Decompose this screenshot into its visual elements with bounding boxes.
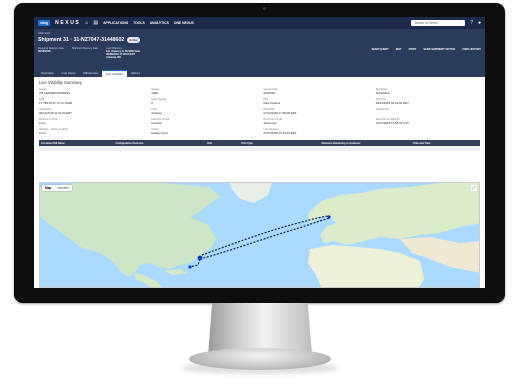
home-icon[interactable]: ⌂: [85, 20, 88, 26]
summary-field: POD Antwerp: [151, 108, 255, 115]
summary-field: ETD POL 06/21/2018 02:01:00 EDT: [376, 98, 480, 105]
meta-required-delivery: Required Delivery Date 08/10/2018: [38, 47, 64, 53]
col-container-bill[interactable]: Container Bill Name: [39, 142, 113, 145]
brand-name: NEXUS: [55, 20, 81, 26]
send-query-button[interactable]: SEND QUERY: [372, 48, 389, 51]
col-date-time[interactable]: Date and Time: [411, 142, 480, 145]
view-history-button[interactable]: VIEW HISTORY: [462, 48, 481, 51]
user-avatar-icon[interactable]: ●: [478, 20, 481, 26]
field-value: New Orleans: [263, 101, 281, 105]
map-tab-satellite[interactable]: Satellite: [54, 185, 71, 191]
summary-field: Last Updated 07/27/2018 07:10:22 EDT: [264, 128, 368, 135]
field-value: 17.76N 87.8 / 07-27-2018: [39, 101, 72, 105]
meta-shipment-delivery: Shipment Delivery Date: [71, 47, 99, 50]
field-value: Antwerp: [151, 111, 162, 115]
summary-field: Vessel YM LEADER EXPRESS: [39, 88, 143, 95]
field-value: Scheduled: [375, 91, 390, 95]
nav-analytics[interactable]: ANALYTICS: [150, 21, 169, 25]
nav-one-nexus[interactable]: ONE NEXUS: [174, 21, 194, 25]
monitor-scene: xdog NEXUS ⌂ ▤ APPLICATIONS TOOLS ANALYT…: [0, 0, 519, 392]
map-canvas[interactable]: [40, 183, 480, 288]
document-icon[interactable]: ▤: [93, 20, 98, 26]
field-value: Savannah: [263, 121, 277, 125]
summary-field: POL New Orleans: [264, 98, 368, 105]
tab-overview[interactable]: Overview: [37, 70, 58, 77]
status-badge: Active: [127, 37, 140, 43]
shipment-header: Shipments Shipment 31 · 31-NZ7047-314486…: [34, 29, 485, 77]
field-value: 0: [151, 101, 153, 105]
monitor-stand-base: [189, 348, 331, 370]
search-placeholder: Search in Nexus: [414, 21, 438, 25]
summary-field: Next Port of Call Savannah: [264, 118, 368, 125]
field-value: 07/07/2018 10:58:34 UTC: [375, 121, 410, 125]
breadcrumb[interactable]: Shipments: [38, 32, 481, 35]
summary-field: Actual POL 06/21/2018 11:32:00 EDT: [39, 108, 143, 115]
summary-field: Next Port of Call ETA 07/07/2018 10:58:34…: [376, 118, 480, 125]
top-navbar: xdog NEXUS ⌂ ▤ APPLICATIONS TOOLS ANALYT…: [34, 17, 485, 29]
field-label: Actual POD: [375, 108, 389, 111]
summary-field: ETD POD 07/10/2018 17:00:00 EDT: [264, 108, 368, 115]
field-value: 06/21/2018 11:32:00 EDT: [39, 111, 72, 115]
tab-live-visibility[interactable]: Live Visibility: [101, 70, 127, 77]
page-title: Shipment 31 · 31-NZ7047-31448602: [38, 37, 125, 43]
field-value: Houston: [151, 121, 163, 125]
summary-field: Distance - Vessel to NPoC 0 nm: [39, 128, 143, 135]
field-value: YM LEADER EXPRESS: [39, 91, 71, 95]
search-icon: ⌕: [460, 21, 463, 25]
summary-field: Distance to POD 0 nm: [39, 118, 143, 125]
live-visibility-summary: Live Visibility Summary Vessel YM LEADER …: [34, 77, 485, 154]
app-screen: xdog NEXUS ⌂ ▤ APPLICATIONS TOOLS ANALYT…: [34, 17, 485, 288]
summary-field: ECI Status Scheduled: [376, 88, 480, 95]
send-notice-button[interactable]: SEND SHIPMENT NOTICE: [423, 48, 455, 51]
summary-field: Actual POD: [376, 108, 480, 115]
vessel-marker[interactable]: [197, 255, 203, 261]
map-type-toggle: Map Satellite: [42, 185, 72, 191]
table-empty-row: · · ·: [39, 146, 480, 151]
summary-field: Voyage 120E: [151, 88, 255, 95]
field-value: 07/10/2018 17:00:00 EDT: [263, 111, 297, 115]
col-distance[interactable]: Distance Remaining to Goalzone: [320, 142, 412, 145]
col-configuration[interactable]: Configuration Outcome: [113, 142, 205, 145]
field-value: Hapag Lloyd: [151, 131, 168, 135]
field-value: 120E: [151, 91, 159, 95]
summary-fields: Vessel YM LEADER EXPRESS Voyage 120E Vessel …: [39, 88, 480, 135]
monitor-chin: [14, 288, 505, 303]
summary-field: Last Port of Call Houston: [151, 118, 255, 125]
col-unit[interactable]: Unit: [205, 142, 239, 145]
nav-tools[interactable]: TOOLS: [133, 21, 145, 25]
summary-field: GPS 17.76N 87.8 / 07-27-2018: [39, 98, 143, 105]
print-button[interactable]: PRINT: [409, 48, 417, 51]
field-value: 9234768: [263, 91, 275, 95]
shipment-tabs: Overview Line Items Milestones Live Visi…: [34, 70, 144, 77]
nav-applications[interactable]: APPLICATIONS: [103, 21, 128, 25]
field-value: 0 nm: [39, 131, 46, 135]
fullscreen-icon[interactable]: ⤢: [471, 185, 477, 191]
summary-field: Carrier Hapag Lloyd: [151, 128, 255, 135]
field-value: 0 nm: [39, 121, 46, 125]
port-marker-origin[interactable]: [188, 265, 192, 269]
field-value: 06/21/2018 02:01:00 EDT: [375, 101, 409, 105]
tab-milestones[interactable]: Milestones: [79, 70, 101, 77]
field-value: 07/27/2018 07:10:22 EDT: [263, 131, 297, 135]
header-actions: SEND QUERY EDIT PRINT SEND SHIPMENT NOTI…: [372, 48, 481, 51]
company-logo[interactable]: xdog: [38, 20, 51, 26]
tab-history[interactable]: History: [127, 70, 144, 77]
summary-field: Latest Speed 0: [151, 98, 255, 105]
meta-last-milestone: Last Milestone Est. Delivery to BL4000 G…: [106, 47, 141, 59]
summary-field: Vessel Code 9234768: [264, 88, 368, 95]
container-table: Container Bill Name Configuration Outcom…: [39, 140, 480, 151]
edit-button[interactable]: EDIT: [396, 48, 402, 51]
summary-field: [376, 128, 480, 135]
port-marker-destination[interactable]: [327, 215, 331, 219]
webcam-dot: [263, 7, 266, 10]
map-tab-map[interactable]: Map: [42, 185, 54, 191]
help-icon[interactable]: ?: [470, 20, 473, 26]
vessel-map[interactable]: Map Satellite ⤢: [39, 182, 480, 288]
search-input[interactable]: Search in Nexus ⌕: [411, 20, 466, 26]
col-port-type[interactable]: Port Type: [239, 142, 319, 145]
tab-line-items[interactable]: Line Items: [58, 70, 80, 77]
summary-title: Live Visibility Summary: [39, 80, 82, 85]
